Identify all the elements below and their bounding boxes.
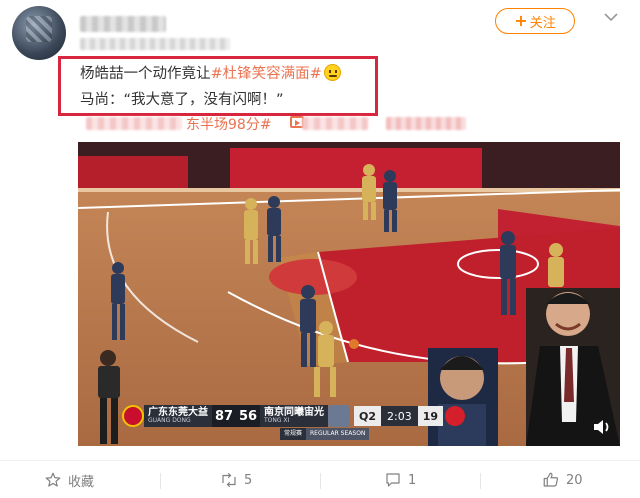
star-icon [45,472,61,487]
tags-row: 东半场98分# [80,114,520,134]
topic-link-east-half[interactable]: 东半场98分# [186,114,272,134]
away-team-en: TONG XI [264,417,290,425]
shot-clock: 19 [417,406,444,426]
scoreboard: 广东东莞大益 GUANG DONG 87 56 南京同曦宙光 TONG XI Q… [122,404,466,428]
favorite-label: 收藏 [68,474,95,490]
divider [160,473,161,489]
post-text-line-2: 马尚：“我大意了，没有闪啊！” [80,92,284,108]
repost-count: 5 [244,472,253,488]
home-team: 广东东莞大益 GUANG DONG [144,405,212,427]
quarter-label: Q2 [354,406,382,426]
user-avatar[interactable] [12,6,66,60]
video-player[interactable]: 广东东莞大益 GUANG DONG 87 56 南京同曦宙光 TONG XI Q… [78,142,620,446]
home-score: 87 [212,405,236,427]
thumbs-up-icon [543,472,559,487]
away-score: 56 [236,405,260,427]
more-options-icon[interactable] [600,6,622,28]
season-label: 常规赛 REGULAR SEASON [280,428,370,440]
away-team: 南京同曦宙光 TONG XI [260,405,328,427]
comment-button[interactable]: 1 [384,461,416,498]
blurred-tag-3 [386,117,466,130]
comment-count: 1 [408,472,417,488]
season-label-cn: 常规赛 [280,428,307,440]
away-team-logo [328,405,350,427]
season-label-en: REGULAR SEASON [306,428,370,440]
post-text-line-1: 杨皓喆一个动作竟让#杜锋笑容满面# [80,62,341,83]
action-bar: 收藏 5 1 20 [0,460,640,498]
basketball-court-scene [78,142,620,446]
follow-label: 关注 [529,15,556,31]
repost-icon [222,472,236,488]
like-count: 20 [566,472,583,488]
comment-icon [386,473,400,487]
league-logo-icon [445,406,466,426]
blurred-tag-2 [302,117,368,130]
user-name-blurred[interactable] [80,16,166,32]
divider [320,473,321,489]
divider [480,473,481,489]
home-team-logo [122,405,144,427]
post-text-prefix: 杨皓喆一个动作竟让 [80,66,211,82]
home-team-en: GUANG DONG [148,417,191,425]
topic-link-du-feng[interactable]: #杜锋笑容满面# [211,66,322,82]
smile-emoji-icon [323,64,341,81]
plus-icon: + [514,11,528,30]
post-meta-blurred [80,38,230,50]
blurred-tag-1 [86,117,182,130]
follow-button[interactable]: + 关注 [495,8,575,34]
favorite-button[interactable]: 收藏 [44,461,94,498]
repost-button[interactable]: 5 [220,461,252,498]
volume-icon[interactable] [592,418,612,436]
game-clock: 2:03 [381,406,418,426]
like-button[interactable]: 20 [542,461,583,498]
